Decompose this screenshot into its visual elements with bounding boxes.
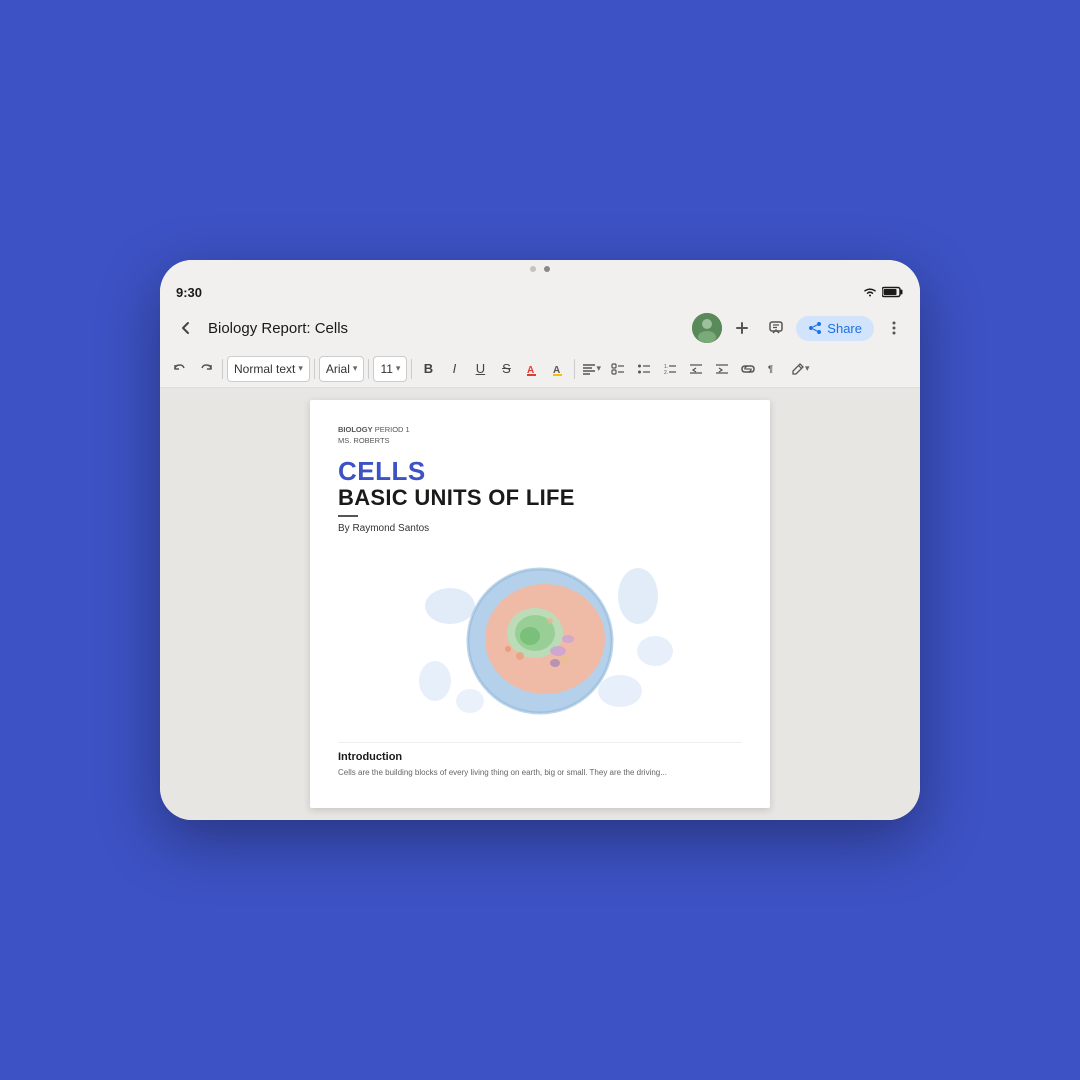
numbered-list-button[interactable]: 1. 2. (658, 355, 682, 383)
app-bar-actions: Share (692, 313, 908, 343)
camera-lens (544, 266, 550, 272)
tablet-top-bar (160, 260, 920, 278)
chevron-down-icon: ▾ (805, 363, 810, 374)
document-author: By Raymond Santos (338, 523, 742, 534)
format-options-button[interactable]: ¶ (762, 355, 786, 383)
paragraph-style-dropdown[interactable]: Normal text ▾ (227, 356, 310, 382)
document-header: BIOLOGY PERIOD 1 MS. ROBERTS (338, 424, 742, 447)
separator-2 (314, 359, 315, 379)
strikethrough-button[interactable]: S (494, 355, 518, 383)
highlight-button[interactable]: A (546, 355, 570, 383)
teacher-label: MS. ROBERTS (338, 436, 390, 445)
status-icons (862, 286, 904, 298)
cell-illustration (338, 548, 742, 728)
italic-button[interactable]: I (442, 355, 466, 383)
align-button[interactable]: ▾ (579, 355, 604, 383)
document-title: Biology Report: Cells (208, 320, 684, 337)
more-options-button[interactable] (880, 314, 908, 342)
bullet-list-button[interactable] (632, 355, 656, 383)
status-bar: 9:30 (160, 278, 920, 306)
separator-3 (368, 359, 369, 379)
separator-5 (574, 359, 575, 379)
chevron-down-icon: ▾ (596, 363, 601, 374)
status-time: 9:30 (176, 285, 202, 300)
formatting-toolbar: Normal text ▾ Arial ▾ 11 ▾ B I U S A (160, 350, 920, 388)
share-icon (808, 321, 822, 335)
separator-1 (222, 359, 223, 379)
insert-link-button[interactable] (736, 355, 760, 383)
undo-button[interactable] (168, 355, 192, 383)
share-button[interactable]: Share (796, 316, 874, 341)
intro-text: Cells are the building blocks of every l… (338, 767, 742, 778)
font-dropdown[interactable]: Arial ▾ (319, 356, 365, 382)
battery-icon (882, 286, 904, 298)
add-button[interactable] (728, 314, 756, 342)
checklist-button[interactable] (606, 355, 630, 383)
svg-text:¶: ¶ (768, 364, 773, 374)
chevron-down-icon: ▾ (396, 363, 401, 374)
chevron-down-icon: ▾ (298, 363, 303, 374)
increase-indent-button[interactable] (710, 355, 734, 383)
underline-button[interactable]: U (468, 355, 492, 383)
title-divider (338, 515, 358, 517)
wifi-icon (862, 286, 878, 298)
intro-heading: Introduction (338, 751, 742, 763)
biology-label: BIOLOGY (338, 425, 373, 434)
introduction-section: Introduction Cells are the building bloc… (338, 742, 742, 778)
user-avatar[interactable] (692, 313, 722, 343)
period-label: PERIOD 1 (375, 425, 410, 434)
comments-button[interactable] (762, 314, 790, 342)
back-button[interactable] (172, 314, 200, 342)
camera-dot (530, 266, 536, 272)
font-size-dropdown[interactable]: 11 ▾ (373, 356, 407, 382)
document-area: BIOLOGY PERIOD 1 MS. ROBERTS CELLS BASIC… (160, 388, 920, 820)
document-subtitle: BASIC UNITS OF LIFE (338, 485, 742, 511)
svg-text:2.: 2. (664, 370, 668, 375)
document-main-title: CELLS (338, 457, 742, 486)
text-color-button[interactable]: A (520, 355, 544, 383)
separator-4 (411, 359, 412, 379)
document-page: BIOLOGY PERIOD 1 MS. ROBERTS CELLS BASIC… (310, 400, 770, 808)
bold-button[interactable]: B (416, 355, 440, 383)
tablet: 9:30 Biology Report: Cells (160, 260, 920, 820)
pen-button[interactable]: ▾ (788, 355, 813, 383)
decrease-indent-button[interactable] (684, 355, 708, 383)
chevron-down-icon: ▾ (353, 363, 358, 374)
redo-button[interactable] (194, 355, 218, 383)
app-bar: Biology Report: Cells (160, 306, 920, 350)
